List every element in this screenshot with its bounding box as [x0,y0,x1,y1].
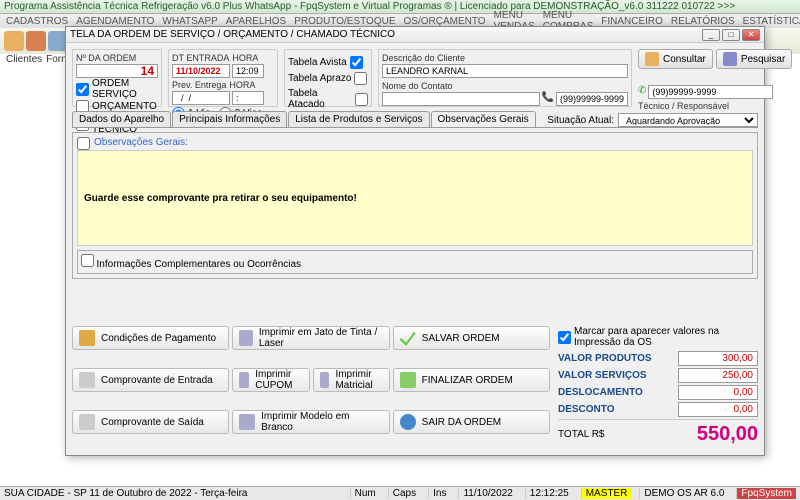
info-comp-chk[interactable] [81,254,94,267]
menu-estatistica[interactable]: ESTATÍSTICA [743,16,800,27]
finalizar-button[interactable]: FINALIZAR ORDEM [393,368,550,392]
valor-produtos: 300,00 [678,351,758,366]
tabela-aprazo-chk[interactable] [354,72,367,85]
cliente-nome-field[interactable] [382,64,628,78]
phone-icon: 📞 [542,92,554,106]
minimize-button[interactable]: _ [702,29,720,41]
doc-icon [79,372,95,388]
check-icon [400,330,416,346]
order-number-field[interactable] [76,64,158,78]
app-titlebar: Programa Assistência Técnica Refrigeraçã… [0,0,800,14]
sair-button[interactable]: SAIR DA ORDEM [393,410,550,434]
salvar-button[interactable]: SALVAR ORDEM [393,326,550,350]
tab-dados[interactable]: Dados do Aparelho [72,111,171,127]
menu-whatsapp[interactable]: WHATSAPP [162,16,217,27]
obs-header: Observações Gerais: [94,137,188,148]
doc-icon [79,414,95,430]
dialog-title: TELA DA ORDEM DE SERVIÇO / ORÇAMENTO / C… [70,29,395,40]
pesquisar-button[interactable]: Pesquisar [716,49,792,69]
printer-icon [239,372,249,388]
tel1-field[interactable] [556,92,628,106]
consultar-button[interactable]: Consultar [638,49,713,69]
imprimir-branco-button[interactable]: Imprimir Modelo em Branco [232,410,389,434]
status-cidade: SUA CIDADE - SP 11 de Outubro de 2022 - … [4,488,247,499]
obs-textarea[interactable]: Guarde esse comprovante pra retirar o se… [77,150,753,246]
toolbar-icon[interactable] [4,31,24,51]
app-title: Programa Assistência Técnica Refrigeraçã… [4,1,735,12]
imprimir-cupom-button[interactable]: Imprimir CUPOM [232,368,309,392]
obs-toggle-chk[interactable] [77,137,90,150]
printer-icon [239,414,255,430]
search-icon [645,52,659,66]
status-bar: SUA CIDADE - SP 11 de Outubro de 2022 - … [0,486,800,500]
prev-hora-field[interactable] [232,91,264,105]
total-value: 550,00 [697,423,758,446]
tabela-avista-chk[interactable] [350,56,363,69]
valor-servicos: 250,00 [678,368,758,383]
situacao-select[interactable]: Aguardando Aprovação [618,113,758,127]
tab-obs[interactable]: Observações Gerais [431,111,536,127]
contato-field[interactable] [382,92,540,106]
maximize-button[interactable]: □ [722,29,740,41]
tel2-field[interactable] [648,85,773,99]
close-button[interactable]: ✕ [742,29,760,41]
comp-saida-button[interactable]: Comprovante de Saída [72,410,229,434]
comp-entrada-button[interactable]: Comprovante de Entrada [72,368,229,392]
imprimir-jato-button[interactable]: Imprimir em Jato de Tinta / Laser [232,326,389,350]
valor-desconto: 0,00 [678,402,758,417]
valor-deslocamento: 0,00 [678,385,758,400]
menu-aparelhos[interactable]: APARELHOS [226,16,286,27]
tabela-atacado-chk[interactable] [355,93,368,106]
imprimir-matricial-button[interactable]: Imprimir Matricial [313,368,390,392]
toolbar-icon[interactable] [26,31,46,51]
exit-icon [400,414,416,430]
dt-entrada-field[interactable] [172,64,230,78]
menu-produto[interactable]: PRODUTO/ESTOQUE [294,16,395,27]
tipo-ordem-chk[interactable] [76,83,89,96]
tab-lista[interactable]: Lista de Produtos e Serviços [288,111,429,127]
order-number-label: Nº DA ORDEM [76,53,158,63]
hora-entrada-field[interactable] [232,64,264,78]
menu-os[interactable]: OS/ORÇAMENTO [404,16,486,27]
finish-icon [400,372,416,388]
whatsapp-icon[interactable]: ✆ [638,85,646,99]
order-dialog: TELA DA ORDEM DE SERVIÇO / ORÇAMENTO / C… [65,26,765,456]
tab-principais[interactable]: Principais Informações [172,111,287,127]
cond-pagamento-button[interactable]: Condições de Pagamento [72,326,229,350]
menu-agendamento[interactable]: AGENDAMENTO [76,16,154,27]
menu-cadastros[interactable]: CADASTROS [6,16,68,27]
sidebar-clientes[interactable]: Clientes [6,54,42,65]
find-icon [723,52,737,66]
printer-icon [320,372,330,388]
menu-relatorios[interactable]: RELATÓRIOS [671,16,735,27]
printer-icon [239,330,253,346]
coin-icon [79,330,95,346]
marcar-valores-chk[interactable] [558,331,571,344]
prev-data-field[interactable] [172,91,230,105]
menu-financeiro[interactable]: FINANCEIRO [601,16,663,27]
